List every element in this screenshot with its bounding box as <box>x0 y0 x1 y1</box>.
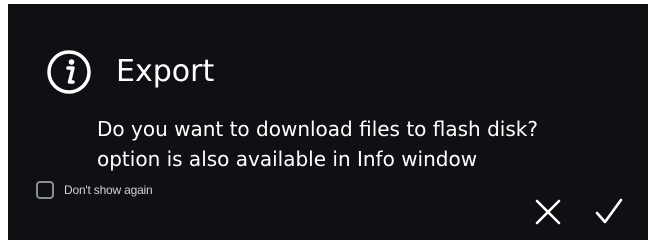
confirm-button[interactable] <box>589 192 629 232</box>
message-line-2: option is also available in Info window <box>97 147 478 171</box>
message-line-1: Do you want to download files to flash d… <box>97 117 538 141</box>
checkmark-icon <box>595 198 623 224</box>
export-dialog: Export Do you want to download files to … <box>8 4 648 240</box>
info-icon <box>47 50 91 94</box>
dont-show-again-checkbox[interactable] <box>36 181 54 199</box>
dont-show-again-label: Don't show again <box>64 183 153 197</box>
cancel-button[interactable] <box>528 192 568 232</box>
dont-show-again-option[interactable]: Don't show again <box>36 181 153 199</box>
close-icon <box>535 199 561 225</box>
dialog-message: Do you want to download files to flash d… <box>97 114 538 174</box>
dialog-title: Export <box>116 54 215 89</box>
